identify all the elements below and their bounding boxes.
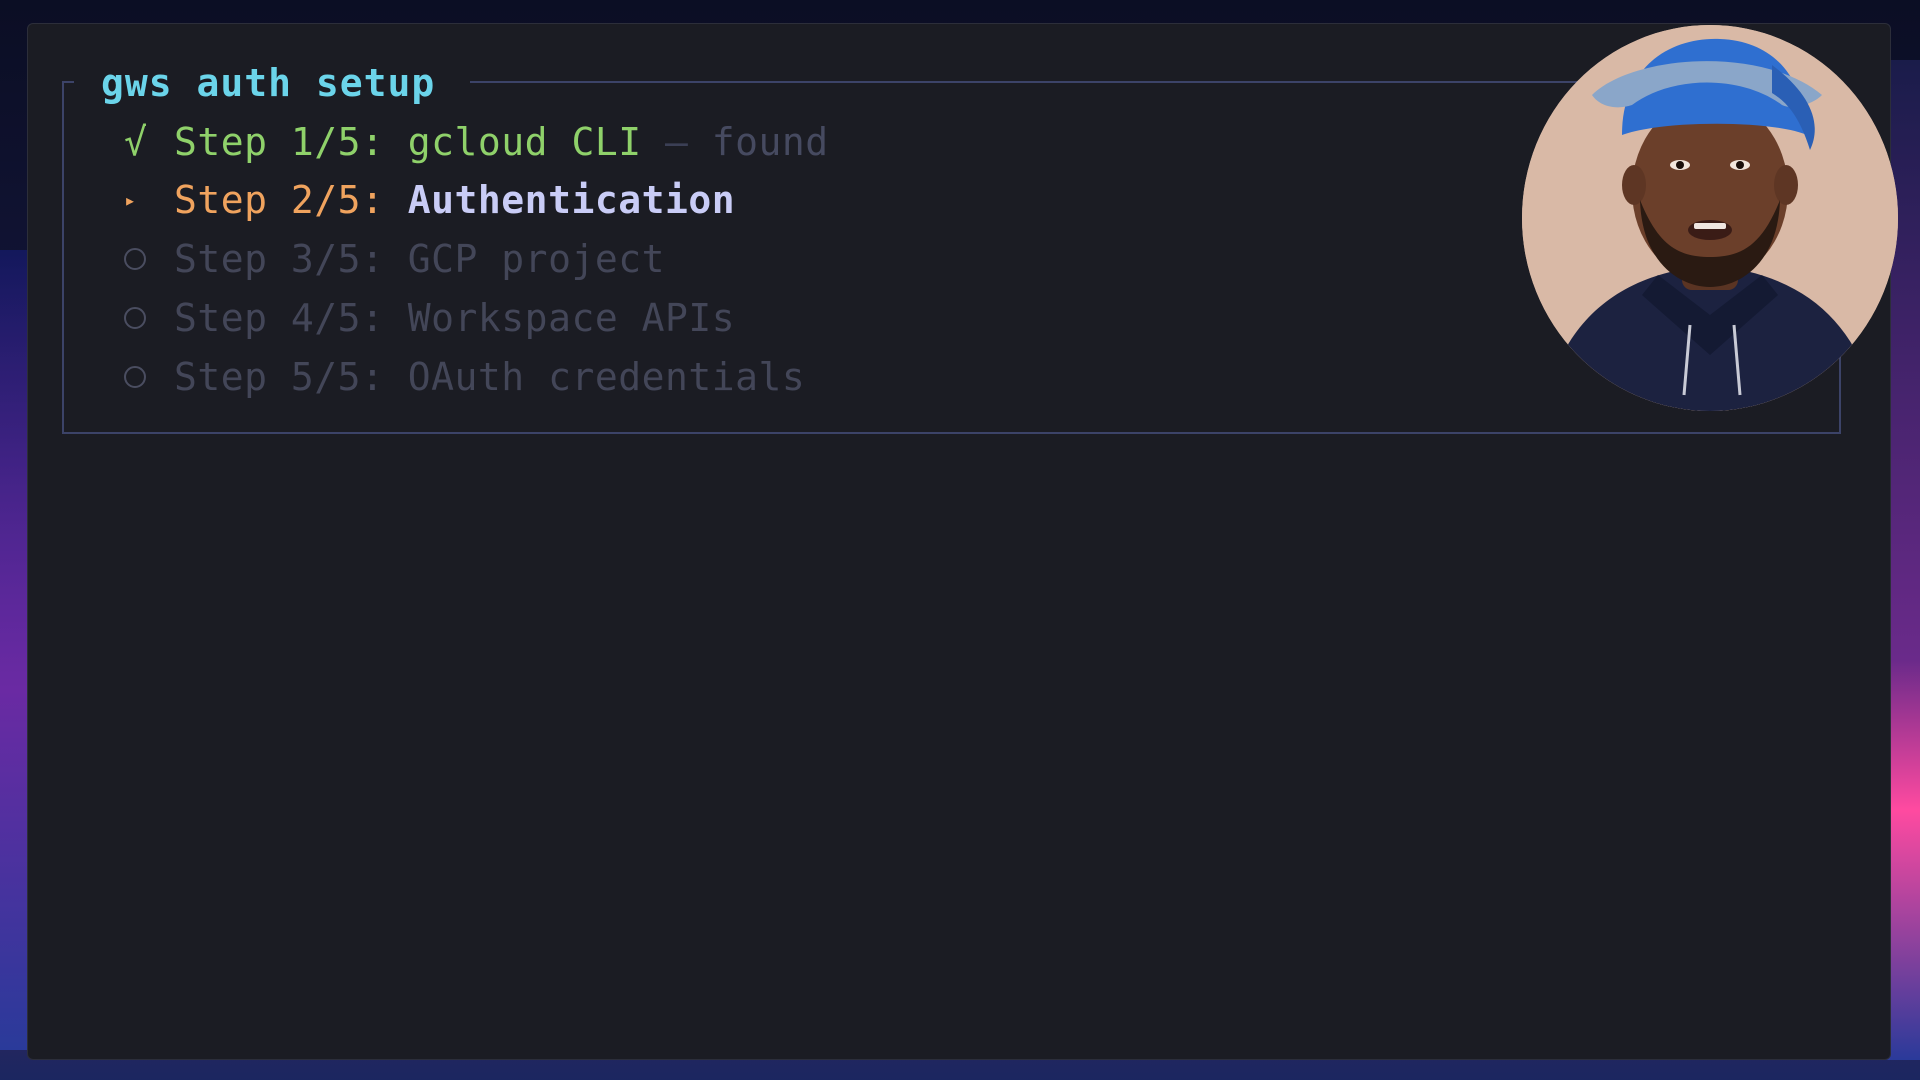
step-4-label: Step 4/5:: [174, 296, 385, 340]
circle-icon: [124, 307, 146, 329]
step-5-row: Step 5/5: OAuth credentials: [124, 353, 805, 401]
presenter-avatar: [1522, 25, 1898, 411]
step-4-name: Workspace APIs: [407, 296, 736, 340]
checkmark-icon: √: [124, 120, 148, 164]
arrow-right-icon: ▸: [124, 188, 137, 212]
step-4-row: Step 4/5: Workspace APIs: [124, 294, 735, 342]
circle-icon: [124, 248, 146, 270]
step-1-label: Step 1/5:: [174, 120, 385, 164]
panel-title: gws auth setup: [101, 61, 436, 105]
step-1-name: gcloud CLI: [407, 120, 642, 164]
circle-icon: [124, 366, 146, 388]
step-5-name: OAuth credentials: [407, 355, 806, 399]
step-2-row: ▸ Step 2/5: Authentication: [124, 176, 735, 224]
step-3-label: Step 3/5:: [174, 237, 385, 281]
step-1-status: found: [711, 120, 829, 164]
step-5-label: Step 5/5:: [174, 355, 385, 399]
step-3-row: Step 3/5: GCP project: [124, 235, 665, 283]
step-3-name: GCP project: [407, 237, 665, 281]
step-1-row: √ Step 1/5: gcloud CLI — found: [124, 118, 829, 166]
step-1-separator: —: [664, 120, 689, 164]
step-2-name: Authentication: [407, 178, 736, 222]
step-2-label: Step 2/5:: [174, 178, 385, 222]
presenter-illustration: [1522, 25, 1898, 411]
panel-border-top-left: [62, 81, 74, 83]
